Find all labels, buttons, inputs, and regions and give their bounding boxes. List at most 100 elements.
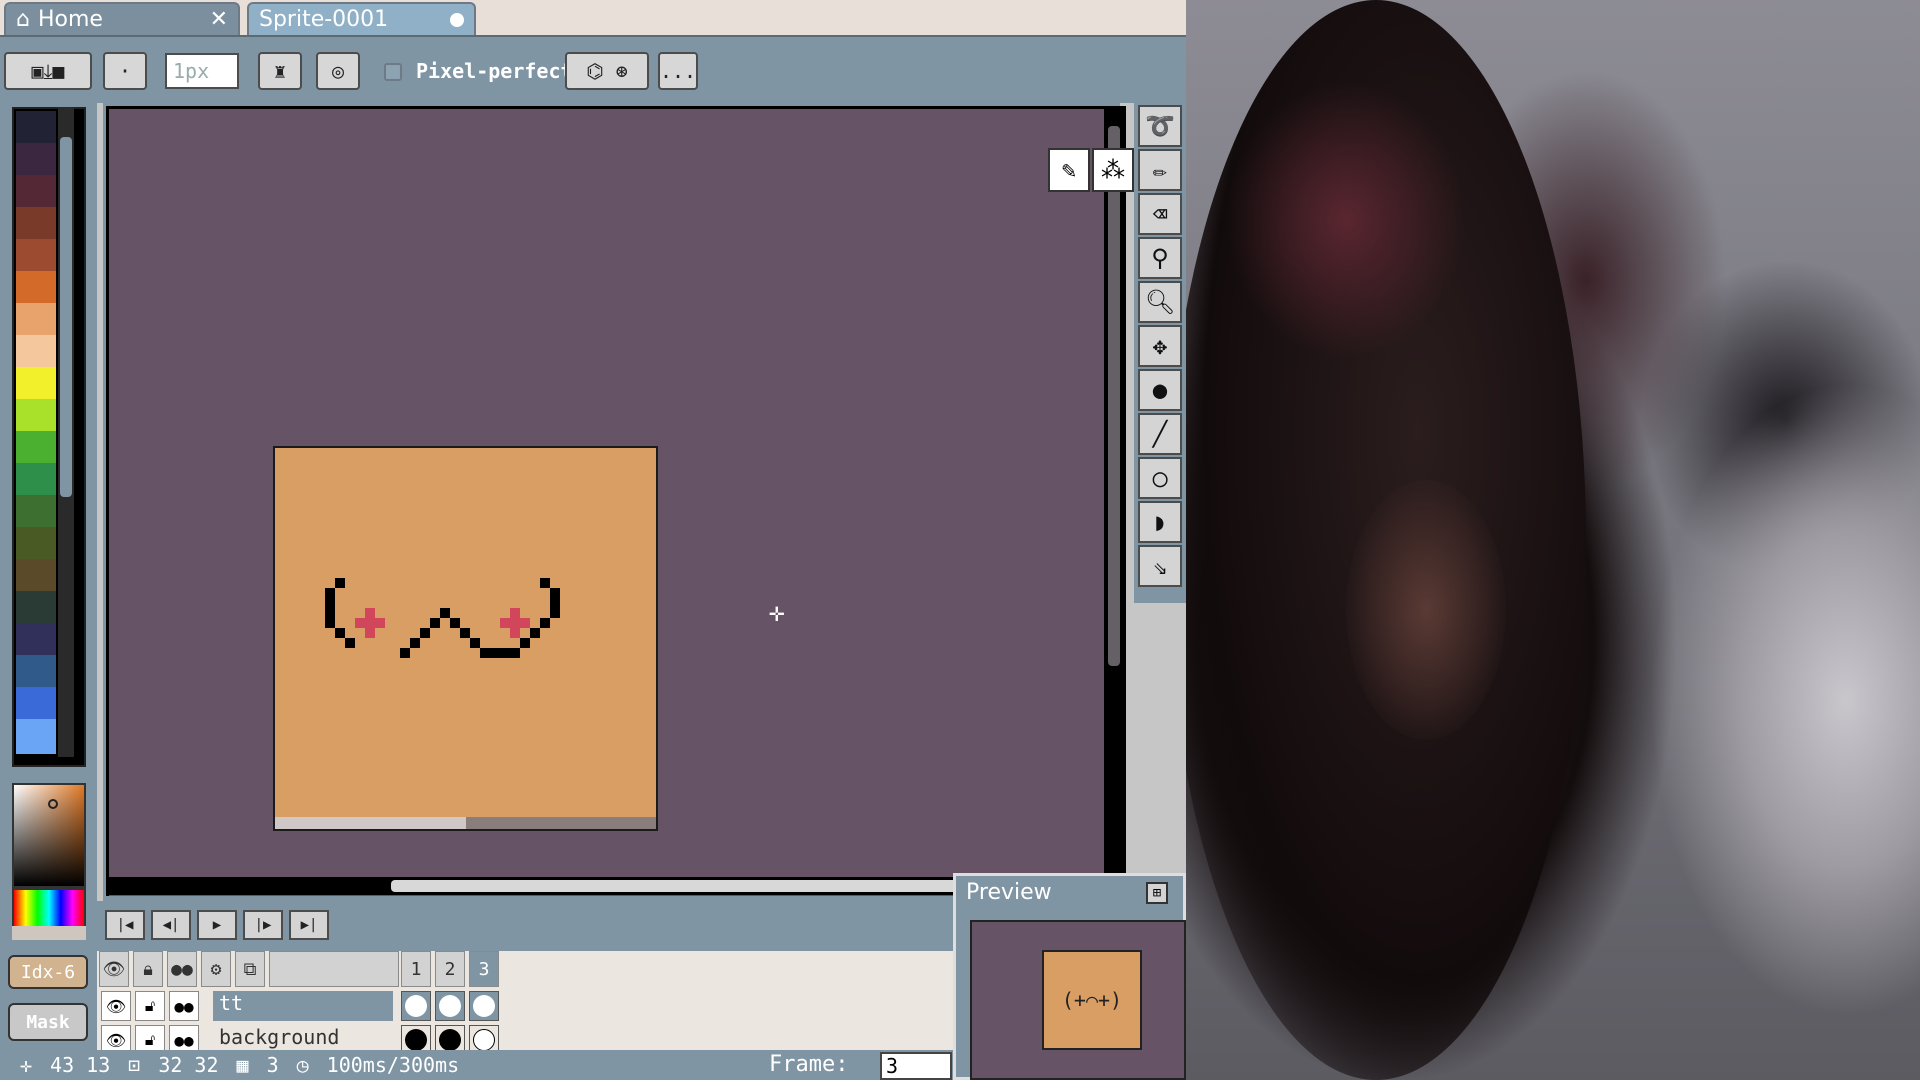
blur-icon[interactable]: ⇘ [1138,545,1182,587]
palette-swatch[interactable] [16,527,56,562]
palette-swatch[interactable] [16,463,56,498]
vertical-scrollbar[interactable] [1104,106,1126,896]
sprite-pixel [450,618,460,628]
palette-swatch[interactable] [16,719,56,754]
lock-header-icon[interactable]: 🔒︎ [133,951,163,987]
floating-tool-buttons: ✎ ⁂ [1048,148,1140,192]
palette-scroll-thumb[interactable] [60,137,72,497]
vertical-scroll-thumb[interactable] [1108,126,1120,666]
frame-header-3[interactable]: 3 [469,951,499,987]
close-icon[interactable]: ✕ [210,7,228,32]
brush-shape-button[interactable]: · [103,52,147,90]
frame-input[interactable]: 3 [880,1052,952,1080]
palette-swatch[interactable] [16,399,56,434]
frame-header-2[interactable]: 2 [435,951,465,987]
mask-button[interactable]: Mask [8,1003,88,1041]
eye-icon[interactable]: 👁︎ [101,991,131,1021]
visibility-header-icon[interactable]: 👁︎ [99,951,129,987]
frame-header-1[interactable]: 1 [401,951,431,987]
eraser-icon[interactable]: ⌫ [1138,193,1182,235]
palette-swatch[interactable] [16,207,56,242]
opacity-button[interactable]: ◎ [316,52,360,90]
zoom-icon[interactable]: 🔍︎ [1138,281,1182,323]
crosshair-cursor-icon: ✛ [769,598,785,628]
cel[interactable] [469,991,499,1021]
tab-home-label: Home [37,7,103,32]
sprite-pixel-pink [520,618,530,628]
symmetry-buttons[interactable]: ⌬ ⊛ [565,52,649,90]
color-spectrum[interactable] [12,783,86,888]
alpha-slider[interactable] [12,926,86,940]
palette-scrollbar[interactable] [58,107,74,757]
preview-view[interactable]: (+⌒+) [970,920,1186,1080]
palette-swatch[interactable] [16,239,56,274]
palette-swatch[interactable] [16,367,56,402]
more-options-button[interactable]: ... [658,52,698,90]
palette-swatch[interactable] [16,303,56,338]
frame-duration: 100ms/300ms [326,1053,460,1077]
last-frame-icon[interactable]: ▶| [289,910,329,940]
square-brush-icon: ■ [52,59,65,83]
color-index-button[interactable]: Idx-6 [8,955,88,989]
move-icon[interactable]: ✥ [1138,325,1182,367]
preview-window[interactable]: Preview ⊞ (+⌒+) [953,873,1186,1080]
lock-icon[interactable]: 🔓︎ [135,991,165,1021]
palette-swatch[interactable] [16,111,56,146]
palette-swatch[interactable] [16,431,56,466]
play-icon[interactable]: ▶ [197,910,237,940]
sprite-pixel [460,628,470,638]
dot-icon: · [118,59,132,83]
sprite-editor: ✛ [103,103,1126,901]
canvas-area[interactable]: ✛ [106,106,1106,896]
lasso-icon[interactable]: ➰ [1138,105,1182,147]
preview-face: (+⌒+) [1061,988,1123,1012]
palette-swatch[interactable] [16,271,56,306]
palette-swatch[interactable] [16,495,56,530]
pencil-float-icon[interactable]: ✎ [1048,148,1090,192]
palette-swatch[interactable] [16,591,56,626]
color-picker-handle[interactable] [48,799,58,809]
sprite-canvas[interactable] [273,446,658,831]
eyedropper-icon[interactable]: ⚲ [1138,237,1182,279]
tab-sprite-label: Sprite-0001 [259,7,389,32]
next-frame-icon[interactable]: |▶ [243,910,283,940]
spray-float-icon[interactable]: ⁂ [1092,148,1134,192]
preview-maximize-icon[interactable]: ⊞ [1146,882,1168,904]
sprite-bottom-bar-fill [275,817,466,829]
palette-swatch[interactable] [16,175,56,210]
tab-home[interactable]: ⌂ Home ✕ [4,2,240,35]
layer-row[interactable]: 👁︎ 🔓︎ ●● tt [97,989,957,1023]
first-frame-icon[interactable]: |◀ [105,910,145,940]
playback-controls: |◀ ◀| ▶ |▶ ▶| [97,901,957,951]
line-icon[interactable]: ╱ [1138,413,1182,455]
palette-swatch[interactable] [16,335,56,370]
cel[interactable] [401,991,431,1021]
tab-sprite[interactable]: Sprite-0001 [247,2,476,35]
layer-name[interactable]: tt [213,991,393,1021]
palette-swatch[interactable] [16,655,56,690]
cel[interactable] [435,991,465,1021]
brush-type-buttons[interactable]: ▣ ⤓ ■ [4,52,92,90]
continuous-header-icon[interactable]: ●● [167,951,197,987]
sprite-pixel [540,618,550,628]
palette-swatch[interactable] [16,143,56,178]
palette-swatch[interactable] [16,623,56,658]
paint-bucket-icon[interactable]: ● [1138,369,1182,411]
pencil-icon[interactable]: ✏ [1138,149,1182,191]
gear-icon[interactable]: ⚙ [201,951,231,987]
palette-swatch[interactable] [16,559,56,594]
prev-frame-icon[interactable]: ◀| [151,910,191,940]
continuous-icon[interactable]: ●● [169,991,199,1021]
pixel-perfect-checkbox[interactable] [384,63,402,81]
sprite-pixel-pink [365,608,375,618]
timeline: 👁︎ 🔒︎ ●● ⚙ ⧉ 1 2 3 👁︎ 🔓︎ ●● tt 👁︎ 🔓︎ ●● [97,951,957,1055]
symmetry-icon: ⌬ ⊛ [586,59,628,83]
ellipse-icon[interactable]: ◯ [1138,457,1182,499]
onion-skin-icon[interactable]: ⧉ [235,951,265,987]
ink-button[interactable]: ♜ [258,52,302,90]
tools-column: ➰ ✏ ⌫ ⚲ 🔍︎ ✥ ● ╱ ◯ ◗ ⇘ [1134,103,1186,603]
contour-icon[interactable]: ◗ [1138,501,1182,543]
hue-slider[interactable] [12,888,86,928]
palette-swatch[interactable] [16,687,56,722]
brush-size-input[interactable]: 1px [165,53,239,89]
